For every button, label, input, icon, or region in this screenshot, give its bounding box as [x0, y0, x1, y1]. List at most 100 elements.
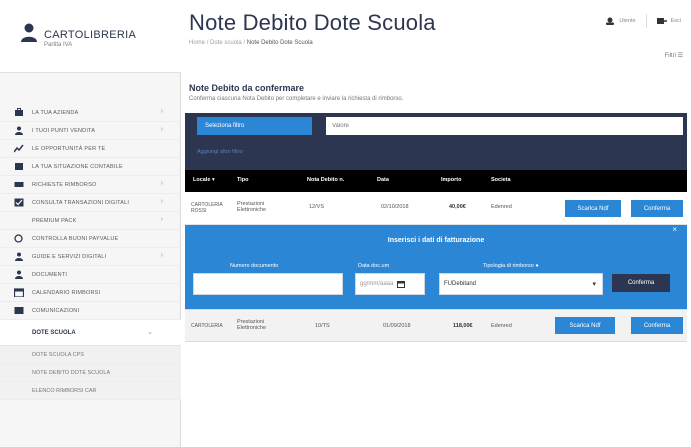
sidebar-item-premium-pack[interactable]: PREMIUM PACK ›	[0, 212, 181, 230]
sidebar-item-guide-e-servizi-digitali[interactable]: GUIDE E SERVIZI DIGITALI ›	[0, 248, 181, 266]
section-title: Note Debito da confermare	[189, 83, 305, 93]
sidebar-nav: LA TUA AZIENDA › I TUOI PUNTI VENDITA › LE O…	[0, 104, 181, 400]
chart-icon	[14, 144, 24, 153]
sidebar-subitem[interactable]: DOTE SCUOLA CPS	[0, 346, 181, 364]
sidebar-item-label: LA TUA AZIENDA	[32, 109, 79, 116]
download-ndf-button[interactable]: Scarica Ndf	[555, 317, 615, 334]
column-header-data[interactable]: Data	[377, 177, 389, 183]
brand-header: CARTOLIBRERIA Partita IVA	[0, 0, 181, 73]
cell-societa: Edenred	[491, 204, 512, 210]
filter-link[interactable]: Filtri ☰	[665, 52, 683, 59]
person-icon	[14, 270, 24, 279]
sidebar-item-documenti[interactable]: DOCUMENTI	[0, 266, 181, 284]
form-confirm-button[interactable]: Conferma	[612, 274, 670, 292]
chevron-right-icon: ›	[160, 180, 163, 187]
column-header-locale[interactable]: Locale ▾	[193, 177, 215, 183]
sidebar-item-calendario-rimborsi[interactable]: CALENDARIO RIMBORSI	[0, 284, 181, 302]
breadcrumb-dote-scuola[interactable]: Dote scuola	[210, 40, 242, 46]
confirm-button[interactable]: Conferma	[631, 317, 683, 334]
cell-nota: 10/TS	[315, 323, 330, 329]
sidebar-item-i-tuoi-punti-vendita[interactable]: I TUOI PUNTI VENDITA ›	[0, 122, 181, 140]
money-icon	[14, 180, 24, 189]
tipologia-value: FUDebitand	[444, 281, 477, 287]
logout-link[interactable]: Esci	[671, 18, 681, 24]
section-description: Conferma ciascuna Nota Debito per comple…	[189, 96, 404, 102]
chevron-down-icon: ⌄	[147, 329, 153, 336]
sidebar-subitem-label: NOTE DEBITO DOTE SCUOLA	[32, 369, 111, 376]
divider	[645, 14, 647, 28]
sidebar-subitem[interactable]: NOTE DEBITO DOTE SCUOLA	[0, 364, 181, 382]
blank-icon	[14, 216, 24, 225]
brand-subtitle: Partita IVA	[44, 42, 73, 48]
sidebar-item-le-opportunit-per-te[interactable]: LE OPPORTUNITÀ PER TE	[0, 140, 181, 158]
breadcrumb-home[interactable]: Home	[189, 40, 205, 46]
logout-icon	[656, 18, 667, 24]
calendar-icon	[14, 288, 24, 297]
message-icon	[14, 306, 24, 315]
sidebar-item-la-tua-situazione-contabile[interactable]: LA TUA SITUAZIONE CONTABILE	[0, 158, 181, 176]
tipologia-label: Tipologia di rimborso ●	[483, 263, 539, 269]
column-header-societa[interactable]: Societa	[491, 177, 511, 183]
column-header-importo[interactable]: Importo	[441, 177, 461, 183]
calendar-icon[interactable]	[397, 280, 406, 288]
top-right-bar: Utente Esci	[605, 14, 681, 28]
chevron-down-icon: ▾	[592, 281, 596, 288]
download-ndf-button[interactable]: Scarica Ndf	[565, 200, 621, 217]
sidebar-item-la-tua-azienda[interactable]: LA TUA AZIENDA ›	[0, 104, 181, 122]
sidebar-item-label: CONSULTA TRANSAZIONI DIGITALI	[32, 199, 130, 206]
numero-documento-input[interactable]	[193, 273, 343, 295]
tipologia-select[interactable]: FUDebitand ▾	[439, 273, 603, 295]
user-avatar-icon	[21, 23, 37, 42]
sidebar-section-label: DOTE SCUOLA	[32, 329, 76, 336]
billing-form: × Inserisci i dati di fatturazione Numer…	[185, 225, 687, 309]
sidebar-item-label: CALENDARIO RIMBORSI	[32, 289, 101, 296]
info-icon[interactable]: ●	[535, 263, 538, 269]
data-documento-input[interactable]: gg/mm/aaaa	[355, 273, 425, 295]
sidebar-item-label: CONTROLLA BUONI PAYVALUE	[32, 235, 119, 242]
add-filter-link[interactable]: Aggiungi altro filtro	[197, 149, 243, 155]
sidebar-item-comunicazioni[interactable]: COMUNICAZIONI	[0, 302, 181, 320]
cell-importo: 40,00€	[449, 204, 466, 210]
breadcrumb-current: Note Debito Dote Scuola	[246, 40, 313, 46]
date-placeholder: gg/mm/aaaa	[360, 281, 394, 287]
cell-locale: CARTOLERIA	[191, 323, 223, 329]
filter-value-input[interactable]	[326, 117, 683, 135]
column-header-tipo[interactable]: Tipo	[237, 177, 249, 183]
cell-societa: Edenred	[491, 323, 512, 329]
sidebar: CARTOLIBRERIA Partita IVA LA TUA AZIENDA…	[0, 0, 181, 447]
page-title: Note Debito Dote Scuola	[189, 10, 436, 35]
cell-tipo: Prestazioni Elettroniche	[237, 201, 267, 213]
sidebar-item-label: COMUNICAZIONI	[32, 307, 80, 314]
column-header-nota[interactable]: Nota Debito n.	[307, 177, 344, 183]
sidebar-item-consulta-transazioni-digitali[interactable]: CONSULTA TRANSAZIONI DIGITALI ›	[0, 194, 181, 212]
user-icon	[606, 17, 615, 25]
chevron-right-icon: ›	[160, 108, 163, 115]
sidebar-item-controlla-buoni-payvalue[interactable]: CONTROLLA BUONI PAYVALUE	[0, 230, 181, 248]
cell-tipo: Prestazioni Elettroniche	[237, 319, 267, 331]
cell-locale: CARTOLERIA ROSSI	[191, 202, 223, 214]
confirm-button[interactable]: Conferma	[631, 200, 683, 217]
sidebar-subitem[interactable]: ELENCO RIMBORSI CAR	[0, 382, 181, 400]
chevron-right-icon: ›	[160, 252, 163, 259]
table-header: Locale ▾ Tipo Nota Debito n. Data Import…	[185, 170, 687, 192]
filter-panel: Seleziona filtro Aggiungi altro filtro	[185, 113, 687, 170]
sidebar-item-label: LA TUA SITUAZIONE CONTABILE	[32, 163, 123, 170]
check-icon	[14, 198, 24, 207]
sidebar-subitem-label: DOTE SCUOLA CPS	[32, 351, 84, 358]
sidebar-item-label: PREMIUM PACK	[32, 217, 77, 224]
person-icon	[14, 126, 24, 135]
cell-data: 02/10/2018	[381, 204, 409, 210]
chevron-right-icon: ›	[160, 216, 163, 223]
sidebar-section-dote-scuola[interactable]: DOTE SCUOLA ⌄	[0, 320, 181, 346]
filter-select-button[interactable]: Seleziona filtro	[197, 117, 312, 135]
breadcrumb: Home / Dote scuola / Note Debito Dote Sc…	[189, 40, 313, 46]
user-link[interactable]: Utente	[619, 18, 635, 24]
close-icon[interactable]: ×	[672, 225, 677, 234]
chevron-right-icon: ›	[160, 126, 163, 133]
cell-nota: 12/VS	[309, 204, 324, 210]
sidebar-item-label: GUIDE E SERVIZI DIGITALI	[32, 253, 107, 260]
sidebar-item-richieste-rimborso[interactable]: RICHIESTE RIMBORSO ›	[0, 176, 181, 194]
cell-importo: 118,00€	[453, 323, 473, 329]
sidebar-subitem-label: ELENCO RIMBORSI CAR	[32, 387, 97, 394]
table-row: CARTOLERIA Prestazioni Elettroniche 10/T…	[185, 309, 687, 342]
